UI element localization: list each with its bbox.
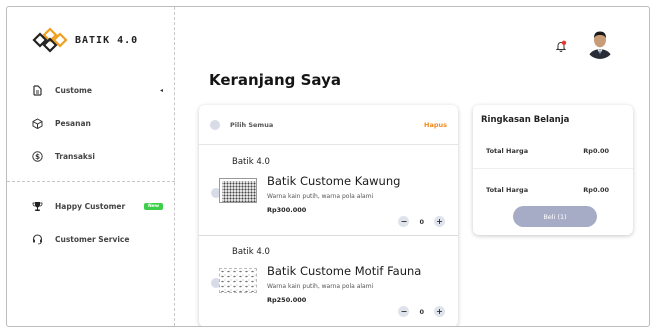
product-thumbnail[interactable] xyxy=(219,178,257,203)
sidebar-item-transaksi[interactable]: $ Transaksi xyxy=(31,150,163,162)
product-description: Warna kain putih, warna pola alami xyxy=(267,193,374,200)
avatar[interactable] xyxy=(585,27,615,59)
quantity-stepper: − 0 + xyxy=(398,216,445,227)
box-icon xyxy=(31,117,43,129)
product-price: Rp250.000 xyxy=(267,296,307,304)
total-price-row: Total Harga Rp0.00 xyxy=(486,147,609,155)
ruler-icon xyxy=(31,84,43,96)
decrease-button[interactable]: − xyxy=(398,216,410,227)
summary-divider xyxy=(473,168,633,169)
caret-left-icon[interactable]: ◂ xyxy=(160,87,163,94)
store-name: Batik 4.0 xyxy=(232,247,270,257)
grand-total-value: Rp0.00 xyxy=(583,186,609,194)
product-price: Rp300.000 xyxy=(267,206,307,214)
sidebar-item-pesanan[interactable]: Pesanan xyxy=(31,117,163,129)
grand-total-row: Total Harga Rp0.00 xyxy=(486,186,609,194)
trophy-icon xyxy=(31,200,43,212)
increase-button[interactable]: + xyxy=(434,216,445,227)
order-summary-panel: Ringkasan Belanja Total Harga Rp0.00 Tot… xyxy=(473,105,633,235)
decrease-button[interactable]: − xyxy=(398,306,410,317)
svg-text:$: $ xyxy=(35,153,40,161)
delete-button[interactable]: Hapus xyxy=(424,121,447,129)
quantity-value: 0 xyxy=(419,217,424,226)
product-name[interactable]: Batik Custome Kawung xyxy=(267,174,400,188)
notification-bell-icon[interactable] xyxy=(555,37,567,56)
page-title: Keranjang Saya xyxy=(209,71,341,89)
sidebar-item-happy-customer[interactable]: Happy Customer New xyxy=(31,200,163,212)
total-price-label: Total Harga xyxy=(486,147,529,155)
select-all-radio[interactable] xyxy=(210,119,220,130)
quantity-stepper: − 0 + xyxy=(398,306,445,317)
total-price-value: Rp0.00 xyxy=(583,147,609,155)
app-frame: BATIK 4.0 Custome ◂ Pesanan $ Transaksi xyxy=(6,6,650,327)
new-badge: New xyxy=(144,202,163,210)
cart-item: Batik 4.0 Batik Custome Kawung Warna kai… xyxy=(199,146,458,236)
sidebar-item-customer-service[interactable]: Customer Service xyxy=(31,233,163,245)
store-name: Batik 4.0 xyxy=(232,157,270,167)
dollar-icon: $ xyxy=(31,150,43,162)
sidebar-item-custome[interactable]: Custome ◂ xyxy=(31,84,163,96)
batik-logo-icon xyxy=(32,27,68,53)
product-name[interactable]: Batik Custome Motif Fauna xyxy=(267,264,421,278)
cart-panel: Pilih Semua Hapus Batik 4.0 Batik Custom… xyxy=(199,105,458,326)
brand-name: BATIK 4.0 xyxy=(75,34,139,46)
sidebar-item-label: Transaksi xyxy=(55,151,95,161)
product-thumbnail[interactable] xyxy=(219,268,257,293)
logo[interactable]: BATIK 4.0 xyxy=(31,27,138,53)
select-all-label[interactable]: Pilih Semua xyxy=(230,121,273,129)
sidebar-item-label: Happy Customer xyxy=(55,201,126,211)
summary-title: Ringkasan Belanja xyxy=(481,115,570,125)
cart-item: Batik 4.0 Batik Custome Motif Fauna Warn… xyxy=(199,236,458,326)
product-description: Warna kain putih, warna pola alami xyxy=(267,283,374,290)
select-all-row: Pilih Semua Hapus xyxy=(199,105,458,145)
sidebar-item-label: Customer Service xyxy=(55,234,130,244)
buy-button[interactable]: Beli (1) xyxy=(513,206,597,227)
sidebar-item-label: Custome xyxy=(55,85,92,95)
quantity-value: 0 xyxy=(419,307,424,316)
sidebar-divider xyxy=(7,181,175,182)
sidebar-item-label: Pesanan xyxy=(55,118,91,128)
grand-total-label: Total Harga xyxy=(486,186,529,194)
headset-icon xyxy=(31,233,43,245)
increase-button[interactable]: + xyxy=(434,306,445,317)
sidebar: BATIK 4.0 Custome ◂ Pesanan $ Transaksi xyxy=(7,7,175,326)
